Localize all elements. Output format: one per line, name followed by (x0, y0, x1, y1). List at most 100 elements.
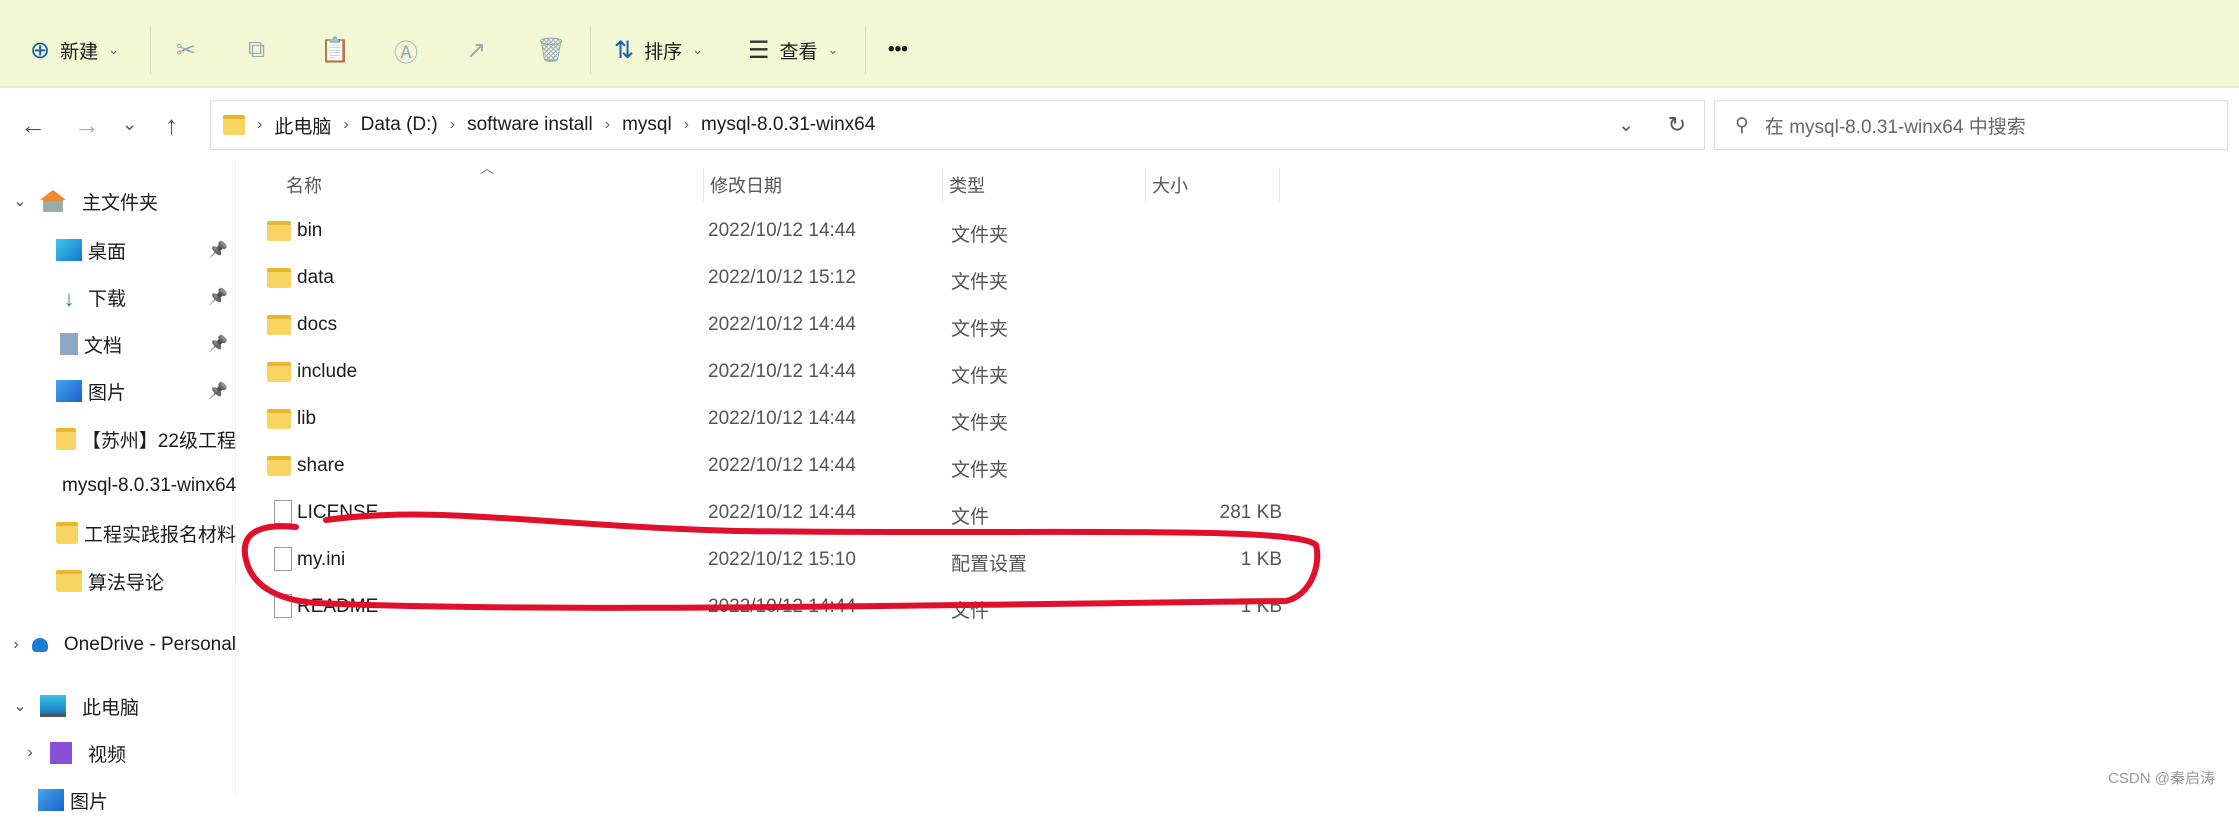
pin-icon[interactable]: 📌 (208, 381, 228, 401)
share-button[interactable]: ↗ (466, 28, 486, 72)
file-row[interactable]: data 2022/10/12 15:12 文件夹 (262, 255, 1282, 302)
folder-icon (56, 522, 78, 544)
sidebar-item[interactable]: ⌄ 此电脑 (0, 686, 236, 726)
column-label: 修改日期 (710, 176, 782, 196)
column-label: 大小 (1152, 176, 1188, 196)
file-row[interactable]: lib 2022/10/12 14:44 文件夹 (262, 396, 1282, 443)
breadcrumb-item[interactable]: software install (467, 114, 593, 136)
sidebar-item-label: 主文件夹 (82, 192, 159, 214)
folder-icon (267, 315, 291, 335)
address-dropdown-icon[interactable]: ⌄ (1618, 114, 1634, 137)
sort-icon: ⇅ (614, 36, 635, 64)
pin-icon[interactable]: 📌 (208, 240, 228, 260)
new-button[interactable]: ⊕ 新建 ⌄ (30, 28, 119, 72)
computer-icon (40, 695, 66, 717)
breadcrumb-item[interactable]: Data (D:) (361, 114, 438, 136)
cut-button[interactable]: ✂ (176, 28, 196, 72)
address-bar[interactable]: › 此电脑 › Data (D:) › software install › mysql › my… (210, 100, 1705, 150)
up-arrow-icon[interactable]: ↑ (165, 110, 178, 141)
view-button[interactable]: ☰ 查看 ⌄ (748, 28, 838, 72)
sidebar-item[interactable]: 图片 (0, 780, 236, 820)
sidebar-item-label: OneDrive - Personal (63, 634, 236, 655)
chevron-right-icon[interactable]: › (684, 116, 689, 134)
folder-icon (267, 456, 291, 476)
chevron-right-icon[interactable]: › (257, 116, 262, 134)
sidebar-item[interactable]: › 视频 (0, 733, 236, 773)
search-icon: ⚲ (1735, 114, 1749, 136)
sidebar-item[interactable]: 算法导论 (0, 561, 236, 601)
sidebar-item[interactable]: 图片 📌 (0, 371, 236, 411)
more-options-button[interactable]: ••• (888, 28, 908, 72)
file-row[interactable]: docs 2022/10/12 14:44 文件夹 (262, 302, 1282, 349)
back-arrow-icon[interactable]: ← (20, 110, 46, 141)
column-header-size[interactable]: 大小 (1145, 168, 1188, 202)
chevron-right-icon[interactable]: › (605, 116, 610, 134)
file-type: 文件夹 (951, 460, 1009, 481)
chevron-right-icon[interactable]: › (343, 116, 348, 134)
sidebar-item[interactable]: › OneDrive - Personal (0, 625, 236, 665)
paste-button[interactable]: 📋 (320, 28, 350, 72)
folder-icon (56, 570, 82, 592)
file-name: bin (297, 220, 323, 241)
sort-button[interactable]: ⇅ 排序 ⌄ (614, 28, 703, 72)
file-row[interactable]: bin 2022/10/12 14:44 文件夹 (262, 208, 1282, 255)
file-row[interactable]: include 2022/10/12 14:44 文件夹 (262, 349, 1282, 396)
breadcrumb-item[interactable]: mysql (622, 114, 672, 136)
view-label: 查看 (779, 41, 818, 63)
watermark: CSDN @秦启涛 (2108, 770, 2215, 787)
sidebar-item[interactable]: mysql-8.0.31-winx64 (0, 466, 236, 506)
search-box[interactable]: ⚲ 在 mysql-8.0.31-winx64 中搜索 (1714, 100, 2228, 150)
column-header-type[interactable]: 类型 (942, 168, 985, 202)
file-date: 2022/10/12 14:44 (708, 361, 856, 382)
chevron-down-icon: ⌄ (108, 42, 120, 57)
cut-icon: ✂ (176, 36, 197, 64)
sidebar-item[interactable]: 工程实践报名材料 (0, 513, 236, 553)
column-header-name[interactable]: 名称 (280, 168, 322, 202)
sidebar-item-label: 桌面 (88, 241, 127, 263)
pin-icon[interactable]: 📌 (208, 334, 228, 354)
delete-button[interactable]: 🗑 (536, 28, 566, 72)
pictures-icon (56, 380, 82, 402)
sort-label: 排序 (644, 41, 683, 63)
refresh-icon[interactable]: ↻ (1668, 112, 1686, 138)
copy-button[interactable]: ⧉ (248, 28, 265, 72)
download-icon: ↓ (63, 286, 75, 311)
chevron-right-icon[interactable]: › (10, 636, 22, 654)
pictures-icon (38, 789, 64, 811)
sidebar-item[interactable]: ⌄ 主文件夹 (0, 181, 236, 221)
sidebar-item[interactable]: 文档 📌 (0, 324, 236, 364)
folder-icon (267, 268, 291, 288)
file-name: data (297, 267, 334, 288)
chevron-right-icon[interactable]: › (450, 116, 455, 134)
sidebar-item-label: 工程实践报名材料 (83, 524, 236, 546)
chevron-down-icon[interactable]: ⌄ (10, 191, 30, 211)
rename-button[interactable]: Ⓐ (394, 28, 418, 72)
sidebar-item-label: 视频 (88, 744, 127, 766)
paste-icon: 📋 (320, 36, 350, 64)
breadcrumb-item[interactable]: 此电脑 (274, 112, 331, 139)
file-date: 2022/10/12 14:44 (708, 408, 856, 429)
sidebar-item-label: mysql-8.0.31-winx64 (62, 475, 236, 496)
sidebar-item[interactable]: 【苏州】22级工程 (0, 419, 236, 459)
file-name: share (297, 455, 345, 476)
chevron-down-icon[interactable]: ⌄ (10, 696, 30, 716)
chevron-right-icon[interactable]: › (20, 744, 40, 762)
column-header-date[interactable]: 修改日期 (703, 168, 782, 202)
desktop-icon (56, 239, 82, 261)
pin-icon[interactable]: 📌 (208, 287, 228, 307)
command-bar: ⊕ 新建 ⌄ ✂ ⧉ 📋 Ⓐ ↗ 🗑 ⇅ 排序 ⌄ ☰ 查看 ⌄ ••• (0, 0, 2239, 88)
rename-icon: Ⓐ (394, 39, 418, 67)
file-row[interactable]: share 2022/10/12 14:44 文件夹 (262, 443, 1282, 490)
breadcrumb-item[interactable]: mysql-8.0.31-winx64 (701, 114, 875, 136)
divider (590, 26, 591, 74)
forward-arrow-icon[interactable]: → (74, 110, 100, 141)
recent-chevron-icon[interactable]: ⌄ (122, 114, 137, 135)
column-label: 类型 (949, 176, 985, 196)
file-type: 文件夹 (951, 225, 1009, 246)
sidebar-item[interactable]: 桌面 📌 (0, 230, 236, 270)
file-date: 2022/10/12 14:44 (708, 455, 856, 476)
file-date: 2022/10/12 14:44 (708, 220, 856, 241)
sidebar-item-label: 此电脑 (82, 697, 140, 719)
sidebar-item-label: 图片 (88, 382, 127, 404)
sidebar-item[interactable]: ↓ 下载 📌 (0, 277, 236, 317)
